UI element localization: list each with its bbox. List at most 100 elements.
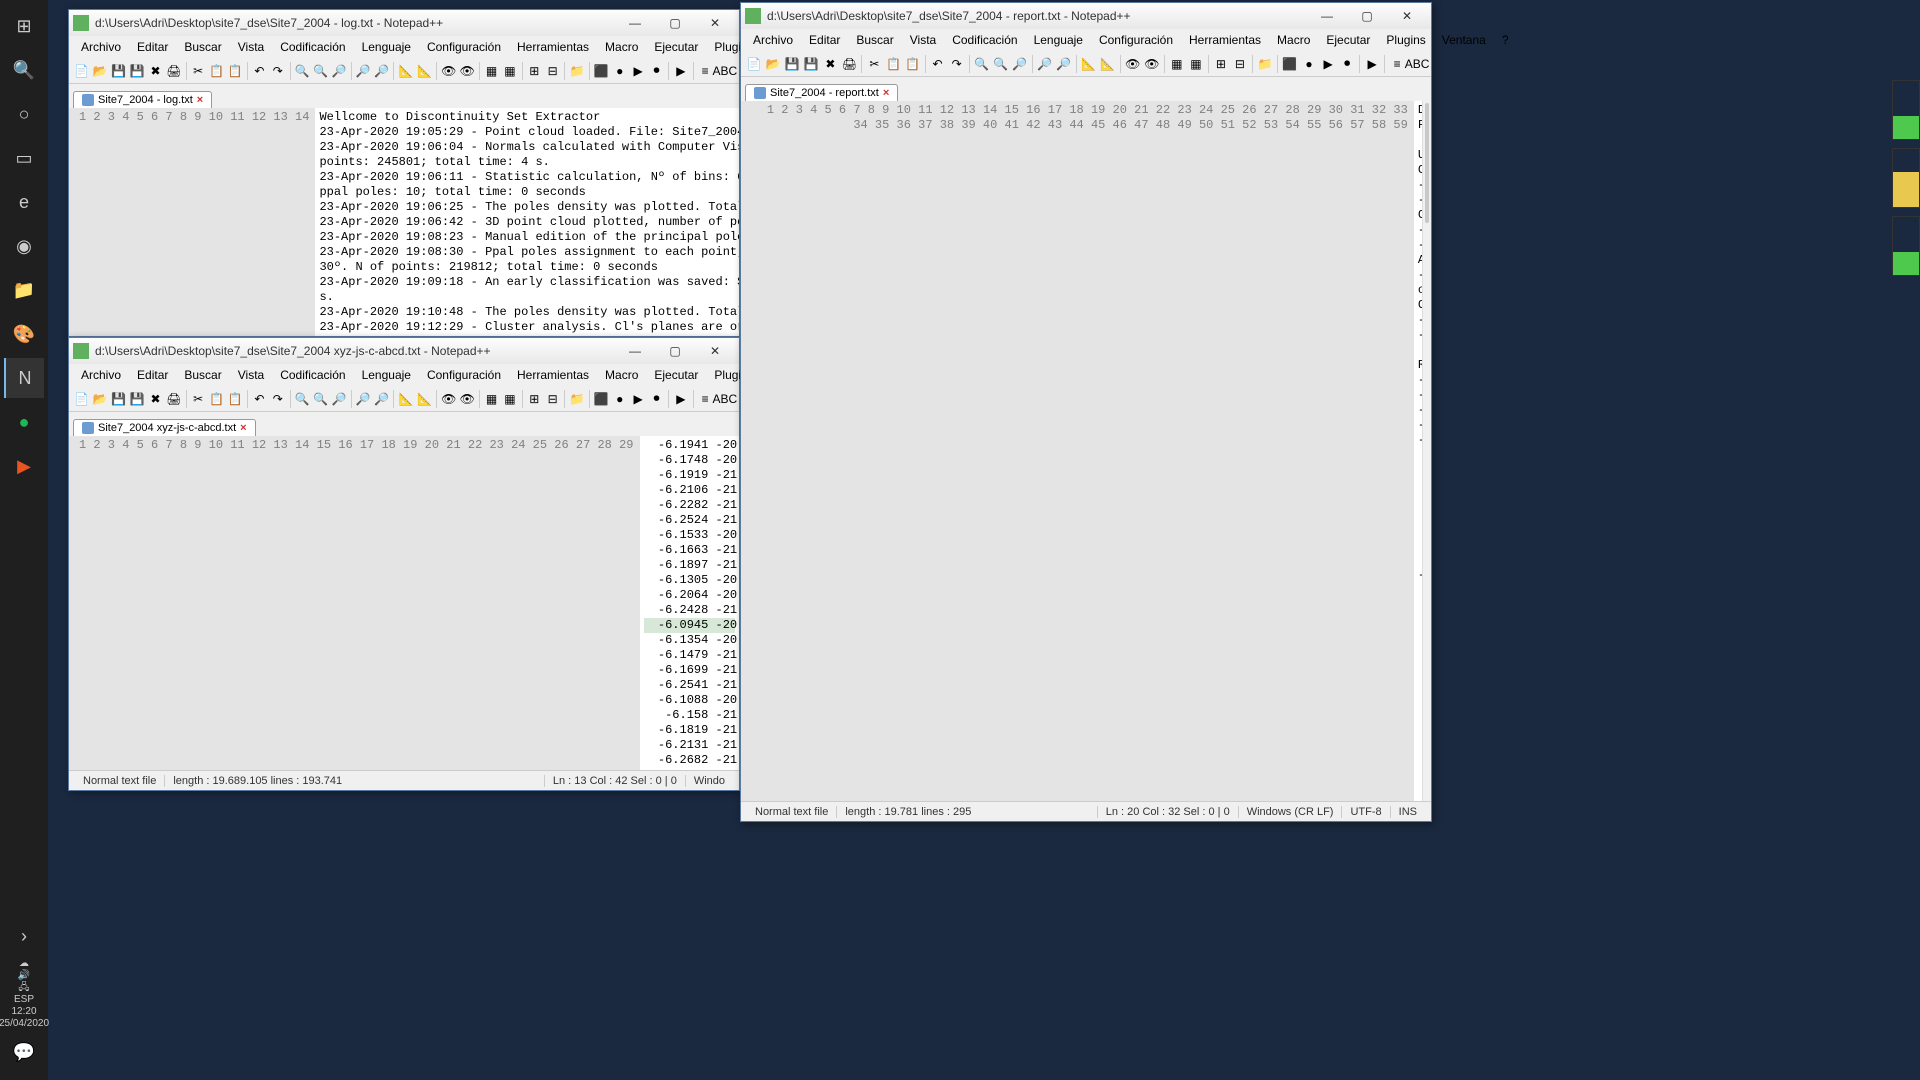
menu-item[interactable]: Editar <box>801 31 848 49</box>
toolbar-button[interactable]: ↶ <box>928 54 946 74</box>
toolbar-button[interactable]: 💾 <box>110 389 127 409</box>
taskview-icon[interactable]: ▭ <box>4 138 44 178</box>
menu-item[interactable]: Herramientas <box>509 38 597 56</box>
menu-item[interactable]: Editar <box>129 366 176 384</box>
toolbar-button[interactable]: 📋 <box>904 54 922 74</box>
vertical-scrollbar[interactable] <box>1422 101 1431 801</box>
toolbar-button[interactable]: 👁 <box>458 61 475 81</box>
toolbar-button[interactable]: ⏺ <box>648 389 665 409</box>
toolbar-button[interactable]: 📄 <box>73 61 90 81</box>
file-tab[interactable]: Site7_2004 xyz-js-c-abcd.txt × <box>73 419 256 436</box>
menu-item[interactable]: Lenguaje <box>354 38 419 56</box>
toolbar-button[interactable]: 📋 <box>226 61 243 81</box>
toolbar-button[interactable]: 📄 <box>745 54 763 74</box>
editor[interactable]: 1 2 3 4 5 6 7 8 9 10 11 12 13 14 Wellcom… <box>69 108 739 336</box>
toolbar-button[interactable]: 🔍 <box>293 389 310 409</box>
toolbar-button[interactable]: ● <box>611 61 628 81</box>
menu-item[interactable]: Macro <box>597 38 646 56</box>
toolbar-button[interactable]: 🔎 <box>330 61 347 81</box>
menu-item[interactable]: ? <box>1494 31 1517 49</box>
menu-item[interactable]: Vista <box>230 366 272 384</box>
menu-item[interactable]: Macro <box>1269 31 1318 49</box>
expand-tray-icon[interactable]: › <box>4 916 44 956</box>
chrome-icon[interactable]: ◉ <box>4 226 44 266</box>
toolbar-button[interactable]: 👁 <box>440 61 457 81</box>
toolbar-button[interactable]: ▦ <box>1168 54 1186 74</box>
menu-item[interactable]: Vista <box>902 31 944 49</box>
menu-item[interactable]: Archivo <box>73 366 129 384</box>
text-content[interactable]: Wellcome to Discontinuity Set Extractor … <box>315 108 739 336</box>
toolbar-button[interactable]: ⏺ <box>1338 54 1356 74</box>
toolbar-button[interactable]: 🔎 <box>1011 54 1029 74</box>
menu-item[interactable]: Ejecutar <box>646 366 706 384</box>
menu-item[interactable]: Configuración <box>419 38 509 56</box>
toolbar-button[interactable]: ✖ <box>147 389 164 409</box>
notepadpp-icon[interactable]: N <box>4 358 44 398</box>
toolbar-button[interactable]: ✖ <box>821 54 839 74</box>
menu-item[interactable]: Editar <box>129 38 176 56</box>
toolbar-button[interactable]: ≡ <box>1388 54 1406 74</box>
spotify-icon[interactable]: ● <box>4 402 44 442</box>
tab-close-icon[interactable]: × <box>883 87 889 99</box>
toolbar-button[interactable]: ↶ <box>251 389 268 409</box>
toolbar-button[interactable]: 💾 <box>110 61 127 81</box>
menu-item[interactable]: Buscar <box>176 38 229 56</box>
menu-item[interactable]: Herramientas <box>509 366 597 384</box>
close-button[interactable]: ✕ <box>695 12 735 34</box>
toolbar-button[interactable]: 👁 <box>440 389 457 409</box>
toolbar-button[interactable]: ABC <box>1407 54 1427 74</box>
toolbar-button[interactable]: ↶ <box>251 61 268 81</box>
toolbar-button[interactable]: 📁 <box>568 389 585 409</box>
editor[interactable]: 1 2 3 4 5 6 7 8 9 10 11 12 13 14 15 16 1… <box>69 436 739 770</box>
toolbar-button[interactable]: 🖨 <box>165 61 182 81</box>
toolbar-button[interactable]: ▦ <box>483 61 500 81</box>
menu-item[interactable]: Archivo <box>73 38 129 56</box>
toolbar-button[interactable]: 📁 <box>568 61 585 81</box>
maximize-button[interactable]: ▢ <box>655 12 695 34</box>
tray-cloud-icon[interactable]: ☁ <box>19 958 29 970</box>
toolbar-button[interactable]: 📄 <box>73 389 90 409</box>
titlebar[interactable]: d:\Users\Adri\Desktop\site7_dse\Site7_20… <box>69 10 739 36</box>
toolbar-button[interactable]: ▶ <box>672 389 689 409</box>
toolbar-button[interactable]: ⊞ <box>1212 54 1230 74</box>
toolbar-button[interactable]: ▶ <box>629 389 646 409</box>
toolbar-button[interactable]: ↷ <box>269 389 286 409</box>
menu-item[interactable]: Ejecutar <box>646 38 706 56</box>
menu-item[interactable]: Buscar <box>176 366 229 384</box>
toolbar-button[interactable]: ▶ <box>629 61 646 81</box>
minimize-button[interactable]: — <box>1307 5 1347 27</box>
toolbar-button[interactable]: ▦ <box>483 389 500 409</box>
toolbar-button[interactable]: 📐 <box>397 61 414 81</box>
menu-item[interactable]: Codificación <box>272 38 353 56</box>
toolbar-button[interactable]: ≡ <box>696 61 713 81</box>
toolbar-button[interactable]: ● <box>611 389 628 409</box>
toolbar-button[interactable]: 📋 <box>208 389 225 409</box>
menu-item[interactable]: Lenguaje <box>354 366 419 384</box>
menu-item[interactable]: Macro <box>597 366 646 384</box>
toolbar-button[interactable]: 📐 <box>397 389 414 409</box>
toolbar-button[interactable]: 🔎 <box>355 61 372 81</box>
toolbar-button[interactable]: 📋 <box>884 54 902 74</box>
toolbar-button[interactable]: ABC <box>715 389 735 409</box>
toolbar-button[interactable]: 📂 <box>764 54 782 74</box>
toolbar-button[interactable]: ⬛ <box>1281 54 1299 74</box>
toolbar-button[interactable]: 🔎 <box>1036 54 1054 74</box>
toolbar-button[interactable]: 📐 <box>416 389 433 409</box>
close-button[interactable]: ✕ <box>1387 5 1427 27</box>
tab-close-icon[interactable]: × <box>197 94 203 106</box>
toolbar-button[interactable]: ▶ <box>672 61 689 81</box>
minimize-button[interactable]: — <box>615 340 655 362</box>
toolbar-button[interactable]: ● <box>1300 54 1318 74</box>
toolbar-button[interactable]: 👁 <box>1124 54 1142 74</box>
toolbar-button[interactable]: ✖ <box>147 61 164 81</box>
toolbar-button[interactable]: ▶ <box>1319 54 1337 74</box>
language-indicator[interactable]: ESP <box>14 994 34 1006</box>
menu-item[interactable]: Configuración <box>1091 31 1181 49</box>
toolbar-button[interactable]: 🔎 <box>355 389 372 409</box>
menu-item[interactable]: Configuración <box>419 366 509 384</box>
text-content[interactable]: -6.1941 -20.9723 -1.6179 1 1 -0.49194159… <box>640 436 740 770</box>
toolbar-button[interactable]: 🔍 <box>312 61 329 81</box>
toolbar-button[interactable]: ⊟ <box>1231 54 1249 74</box>
toolbar-button[interactable]: ▦ <box>501 61 518 81</box>
tray-network-icon[interactable]: 🖧 <box>18 982 29 994</box>
